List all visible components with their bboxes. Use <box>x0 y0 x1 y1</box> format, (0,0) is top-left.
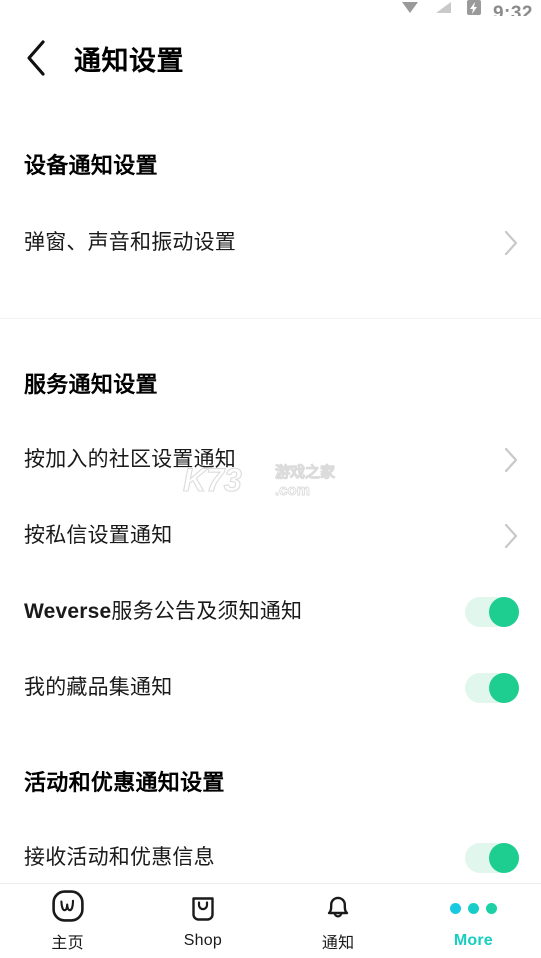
section-title-service: 服务通知设置 <box>24 372 158 397</box>
bottom-navigation-bar: 主页 Shop 通知 More <box>0 883 541 957</box>
status-bar: 9:32 <box>0 0 541 16</box>
section-events: 活动和优惠通知设置 接收活动和优惠信息 <box>0 719 541 883</box>
toggle-my-collection[interactable] <box>465 673 519 703</box>
nav-label: More <box>453 931 493 949</box>
row-label: 接收活动和优惠信息 <box>24 846 215 870</box>
shopping-bag-icon <box>186 892 220 926</box>
nav-label: Shop <box>183 931 222 949</box>
row-popup-sound-vibration[interactable]: 弹窗、声音和振动设置 <box>0 212 541 274</box>
dot-1 <box>449 903 461 914</box>
section-service: 服务通知设置 按加入的社区设置通知 按私信设置通知 Weverse服务公告及须知… <box>0 319 541 719</box>
back-button[interactable] <box>14 35 60 81</box>
section-title-events: 活动和优惠通知设置 <box>24 770 225 795</box>
row-label-rest: 服务公告及须知通知 <box>111 600 303 624</box>
row-weverse-notice[interactable]: Weverse服务公告及须知通知 <box>0 581 541 643</box>
dot-2 <box>467 903 479 914</box>
row-label: 我的藏品集通知 <box>24 676 173 700</box>
nav-item-home[interactable]: 主页 <box>0 884 135 958</box>
chevron-left-icon <box>27 40 45 76</box>
row-receive-events[interactable]: 接收活动和优惠信息 <box>0 827 541 883</box>
row-label: 弹窗、声音和振动设置 <box>24 231 236 255</box>
toggle-weverse-notice[interactable] <box>465 597 519 627</box>
battery-icon <box>466 0 481 15</box>
nav-item-more[interactable]: More <box>406 884 541 958</box>
toggle-thumb <box>489 597 519 627</box>
row-label: 按私信设置通知 <box>24 524 173 548</box>
weverse-w-logo-icon <box>51 889 85 923</box>
row-label: 按加入的社区设置通知 <box>24 448 236 472</box>
toggle-thumb <box>489 843 519 873</box>
page-header: 通知设置 <box>0 16 541 100</box>
nav-item-shop[interactable]: Shop <box>135 884 270 958</box>
nav-item-notifications[interactable]: 通知 <box>271 884 406 958</box>
chevron-right-icon <box>504 523 518 549</box>
signal-off-icon <box>432 0 453 15</box>
nav-label: 主页 <box>51 934 84 952</box>
chevron-right-icon <box>504 447 518 473</box>
row-community-notifications[interactable]: 按加入的社区设置通知 <box>0 429 541 491</box>
row-label-brand: Weverse <box>24 600 112 624</box>
toggle-thumb <box>489 673 519 703</box>
nav-label: 通知 <box>321 934 355 952</box>
dot-3 <box>485 903 497 914</box>
settings-scroll-area[interactable]: 设备通知设置 弹窗、声音和振动设置 服务通知设置 按加入的社区设置通知 按私信设… <box>0 100 541 883</box>
bell-icon <box>321 889 355 923</box>
toggle-receive-events[interactable] <box>465 843 519 873</box>
status-bar-clock: 9:32 <box>492 3 533 16</box>
section-title-device: 设备通知设置 <box>24 153 158 178</box>
row-my-collection[interactable]: 我的藏品集通知 <box>0 657 541 719</box>
row-label: Weverse服务公告及须知通知 <box>24 599 302 624</box>
section-device: 设备通知设置 弹窗、声音和振动设置 <box>0 100 541 318</box>
dropdown-triangle-icon <box>401 2 418 13</box>
row-dm-notifications[interactable]: 按私信设置通知 <box>0 505 541 567</box>
page-title: 通知设置 <box>74 45 184 76</box>
chevron-right-icon <box>504 230 518 256</box>
three-dots-icon <box>449 892 497 926</box>
